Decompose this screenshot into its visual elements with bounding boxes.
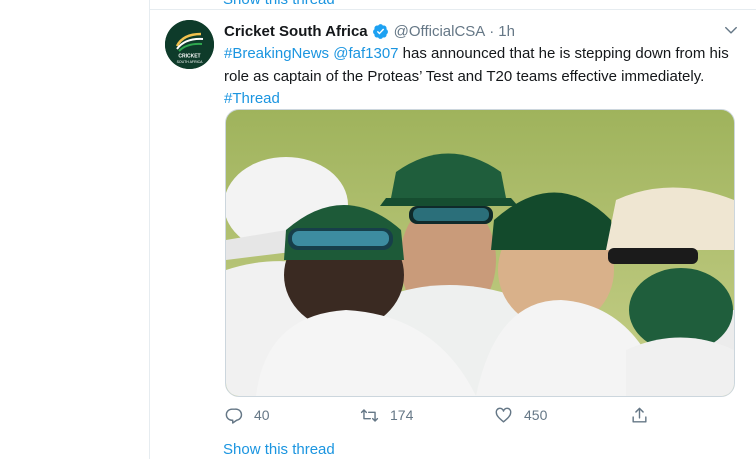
tweet-header: Cricket South Africa @OfficialCSA · 1h bbox=[224, 20, 736, 42]
retweet-count: 174 bbox=[390, 407, 414, 423]
retweet-icon bbox=[360, 408, 379, 422]
previous-show-thread-link[interactable]: Show this thread bbox=[223, 0, 335, 8]
tweet-divider bbox=[150, 9, 756, 10]
avatar[interactable]: CRICKET SOUTH AFRICA bbox=[165, 20, 214, 69]
chevron-down-icon[interactable] bbox=[724, 23, 738, 37]
reply-action[interactable]: 40 bbox=[224, 403, 270, 427]
mention-faf1307[interactable]: @faf1307 bbox=[333, 45, 398, 62]
reply-icon bbox=[225, 407, 243, 424]
share-icon bbox=[632, 407, 647, 423]
reply-count: 40 bbox=[254, 407, 270, 423]
verified-badge-icon bbox=[372, 23, 388, 39]
author-handle[interactable]: @OfficialCSA bbox=[394, 23, 486, 40]
timeline: Show this thread CRICKET SOUTH AFRICA Cr… bbox=[150, 0, 756, 459]
show-thread-link[interactable]: Show this thread bbox=[223, 441, 335, 458]
svg-text:CRICKET: CRICKET bbox=[178, 54, 200, 60]
tweet-media-photo[interactable] bbox=[225, 109, 735, 397]
like-action[interactable]: 450 bbox=[494, 403, 547, 427]
hashtag-thread[interactable]: #Thread bbox=[224, 90, 280, 107]
author-name[interactable]: Cricket South Africa bbox=[224, 23, 368, 40]
like-count: 450 bbox=[524, 407, 548, 423]
tweet-actions: 40 174 450 bbox=[224, 403, 664, 427]
separator-dot: · bbox=[489, 22, 495, 40]
team-huddle-photo bbox=[226, 110, 734, 396]
timestamp[interactable]: 1h bbox=[498, 23, 515, 40]
svg-text:SOUTH AFRICA: SOUTH AFRICA bbox=[177, 60, 204, 64]
retweet-action[interactable]: 174 bbox=[360, 403, 413, 427]
heart-icon bbox=[495, 407, 512, 423]
csa-logo-icon: CRICKET SOUTH AFRICA bbox=[165, 20, 214, 69]
tweet-text: #BreakingNews @faf1307 has announced tha… bbox=[224, 43, 736, 111]
left-column bbox=[0, 0, 150, 459]
hashtag-breakingnews[interactable]: #BreakingNews bbox=[224, 45, 329, 62]
share-action[interactable] bbox=[630, 403, 649, 427]
